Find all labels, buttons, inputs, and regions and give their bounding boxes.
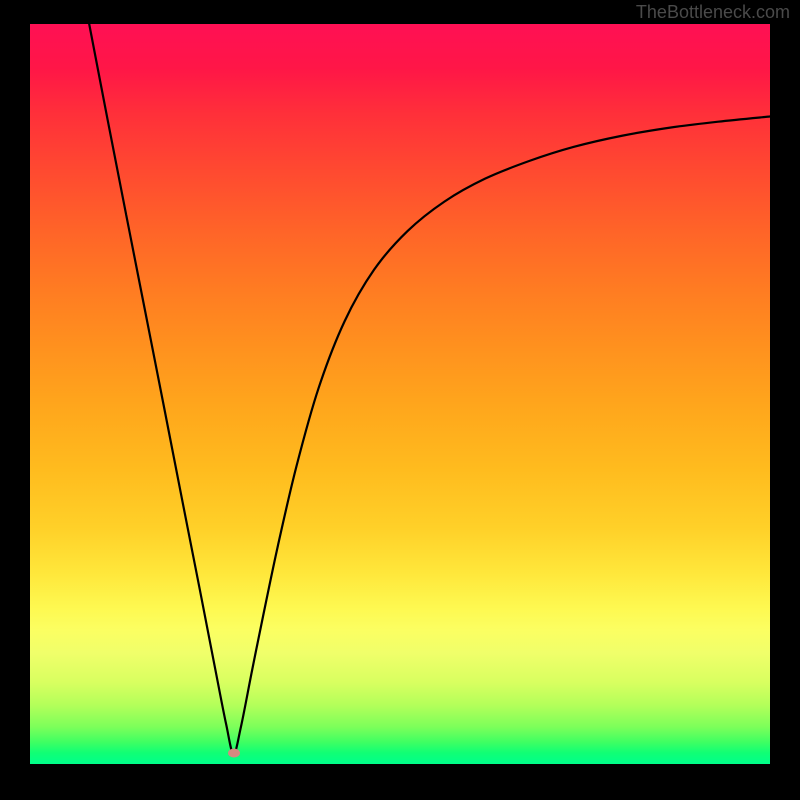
bottleneck-curve	[89, 24, 770, 754]
credit-label: TheBottleneck.com	[636, 2, 790, 23]
curve-svg	[30, 24, 770, 764]
plot-area	[30, 24, 770, 764]
chart-wrapper: TheBottleneck.com	[0, 0, 800, 800]
optimum-marker	[228, 748, 240, 757]
